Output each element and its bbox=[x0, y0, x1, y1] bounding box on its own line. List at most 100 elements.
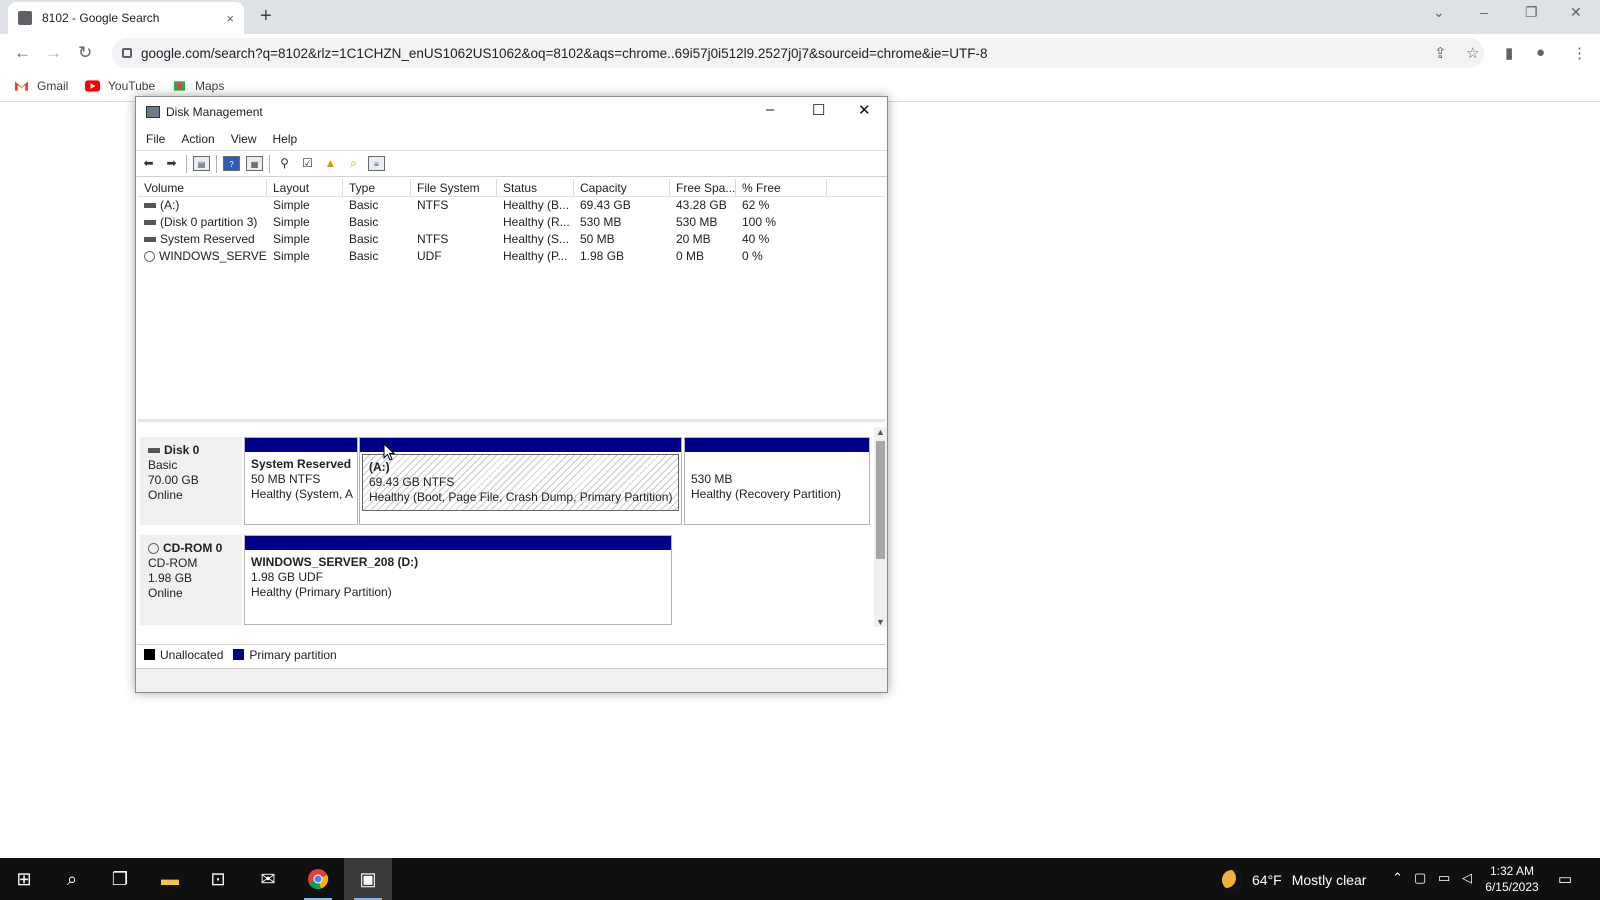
search-icon[interactable]: ⌕ bbox=[48, 858, 96, 900]
more-menu-icon[interactable]: ⋮ bbox=[1572, 44, 1587, 62]
bookmark-youtube[interactable]: YouTube bbox=[85, 79, 155, 93]
window-title: Disk Management bbox=[166, 105, 263, 119]
legend-primary-partition: Primary partition bbox=[249, 647, 337, 662]
menu-view[interactable]: View bbox=[231, 132, 257, 146]
table-row[interactable]: (A:) Simple Basic NTFS Healthy (B... 69.… bbox=[138, 197, 885, 214]
network-icon[interactable]: ▭ bbox=[1438, 870, 1450, 886]
weather-widget[interactable]: 64°F Mostly clear bbox=[1222, 870, 1366, 890]
cd-rom-icon bbox=[148, 543, 159, 555]
show-hide-tree-icon[interactable]: ▤ bbox=[193, 156, 210, 171]
column-header-volume[interactable]: Volume bbox=[138, 179, 267, 196]
tab-search-icon[interactable]: ⌄ bbox=[1433, 4, 1445, 21]
bookmark-label: YouTube bbox=[108, 79, 156, 93]
scroll-down-icon[interactable]: ▼ bbox=[874, 617, 887, 627]
scroll-up-icon[interactable]: ▲ bbox=[874, 427, 887, 437]
forward-icon[interactable]: ➡ bbox=[163, 156, 180, 171]
volume-muted-icon[interactable]: ◁ bbox=[1462, 870, 1472, 886]
folder-up-icon[interactable]: ▲ bbox=[322, 156, 339, 171]
browser-tab[interactable]: 8102 - Google Search × bbox=[8, 2, 244, 34]
scrollbar-thumb[interactable] bbox=[876, 441, 885, 559]
column-header-type[interactable]: Type bbox=[343, 179, 411, 196]
partition-status: Healthy (Primary Partition) bbox=[251, 585, 392, 599]
disk-management-taskbar-icon[interactable]: ▣ bbox=[344, 858, 392, 900]
partition-a-drive[interactable]: (A:) 69.43 GB NTFS Healthy (Boot, Page F… bbox=[359, 437, 682, 525]
address-bar[interactable]: google.com/search?q=8102&rlz=1C1CHZN_enU… bbox=[112, 38, 1484, 68]
partition-title: (A:) bbox=[369, 460, 390, 474]
list-view-icon[interactable]: ≡ bbox=[368, 156, 385, 171]
microsoft-store-icon[interactable]: ⊡ bbox=[194, 858, 242, 900]
check-icon[interactable]: ☑ bbox=[299, 156, 316, 171]
partition-legend: Unallocated Primary partition bbox=[138, 644, 885, 664]
menu-help[interactable]: Help bbox=[273, 132, 298, 146]
file-explorer-icon[interactable]: ▬ bbox=[146, 858, 194, 900]
share-icon[interactable]: ⇪ bbox=[1434, 44, 1447, 62]
cd-rom-0-label[interactable]: CD-ROM 0 CD-ROM 1.98 GB Online bbox=[140, 535, 242, 625]
restore-window-button[interactable]: ❐ bbox=[1525, 4, 1538, 21]
connect-icon[interactable]: ⚲ bbox=[276, 156, 293, 171]
reload-icon[interactable]: ↻ bbox=[78, 43, 92, 63]
cell-free-space: 20 MB bbox=[676, 232, 711, 246]
system-clock[interactable]: 1:32 AM 6/15/2023 bbox=[1474, 863, 1550, 895]
minimize-window-button[interactable]: – bbox=[1480, 4, 1488, 20]
start-windows-icon[interactable]: ⊞ bbox=[0, 858, 48, 900]
disk-volume-icon bbox=[144, 203, 156, 209]
disk-type: Basic bbox=[148, 458, 178, 472]
back-icon[interactable]: ⬅ bbox=[140, 156, 157, 171]
toolbar-separator bbox=[186, 154, 187, 173]
show-hidden-icons-chevron-icon[interactable]: ⌃ bbox=[1392, 870, 1403, 886]
chrome-icon[interactable] bbox=[294, 858, 342, 900]
back-arrow-icon[interactable]: ← bbox=[14, 43, 31, 63]
volume-list-header: Volume Layout Type File System Status Ca… bbox=[138, 179, 885, 197]
bookmark-maps[interactable]: Maps bbox=[172, 79, 224, 93]
new-tab-button[interactable]: + bbox=[260, 5, 272, 28]
partition-system-reserved[interactable]: System Reserved 50 MB NTFS Healthy (Syst… bbox=[244, 437, 358, 525]
cell-type: Basic bbox=[349, 198, 379, 212]
column-header-layout[interactable]: Layout bbox=[267, 179, 343, 196]
search-folder-icon[interactable]: ⌕ bbox=[345, 156, 362, 171]
volume-list: Volume Layout Type File System Status Ca… bbox=[138, 179, 885, 422]
partition-recovery[interactable]: 530 MB Healthy (Recovery Partition) bbox=[684, 437, 870, 525]
partition-size: 1.98 GB UDF bbox=[251, 570, 324, 584]
profile-avatar-icon[interactable]: ● bbox=[1536, 44, 1545, 61]
disk-type: CD-ROM bbox=[148, 556, 198, 570]
table-row[interactable]: WINDOWS_SERVE... Simple Basic UDF Health… bbox=[138, 248, 885, 265]
side-panel-icon[interactable]: ▮ bbox=[1505, 44, 1513, 62]
disk-management-window: Disk Management – ☐ ✕ File Action View H… bbox=[135, 96, 888, 693]
disk-management-app-icon bbox=[146, 106, 160, 118]
weather-temp: 64°F bbox=[1252, 872, 1282, 888]
partition-status: Healthy (System, A bbox=[251, 487, 354, 501]
disk-0-label[interactable]: Disk 0 Basic 70.00 GB Online bbox=[140, 437, 242, 525]
meet-now-icon[interactable]: ▢ bbox=[1414, 870, 1426, 886]
disk-size: 1.98 GB bbox=[148, 571, 193, 585]
task-view-icon[interactable]: ❐ bbox=[96, 858, 144, 900]
column-header-file-system[interactable]: File System bbox=[411, 179, 497, 196]
tab-close-icon[interactable]: × bbox=[226, 11, 234, 26]
cell-capacity: 50 MB bbox=[580, 232, 615, 246]
column-header-percent-free[interactable]: % Free bbox=[736, 179, 827, 196]
dm-minimize-button[interactable]: – bbox=[766, 101, 774, 118]
dm-close-button[interactable]: ✕ bbox=[858, 101, 871, 119]
bookmark-star-icon[interactable]: ☆ bbox=[1466, 44, 1479, 62]
window-title-bar[interactable]: Disk Management bbox=[136, 97, 887, 127]
table-row[interactable]: System Reserved Simple Basic NTFS Health… bbox=[138, 231, 885, 248]
bookmark-gmail[interactable]: Gmail bbox=[14, 79, 68, 93]
forward-arrow-icon[interactable]: → bbox=[45, 43, 62, 63]
properties-icon[interactable]: ▦ bbox=[246, 156, 263, 171]
dm-maximize-button[interactable]: ☐ bbox=[812, 101, 825, 119]
graph-vertical-scrollbar[interactable]: ▲ ▼ bbox=[874, 427, 887, 627]
menu-file[interactable]: File bbox=[146, 132, 165, 146]
notifications-icon[interactable]: ▭ bbox=[1558, 870, 1572, 888]
help-icon[interactable]: ? bbox=[223, 156, 240, 171]
menu-action[interactable]: Action bbox=[181, 132, 214, 146]
disk-volume-icon bbox=[144, 237, 156, 243]
cell-layout: Simple bbox=[273, 232, 310, 246]
partition-windows-server[interactable]: WINDOWS_SERVER_208 (D:) 1.98 GB UDF Heal… bbox=[244, 535, 672, 625]
close-window-button[interactable]: ✕ bbox=[1570, 4, 1582, 21]
disk-state: Online bbox=[148, 488, 183, 502]
table-row[interactable]: (Disk 0 partition 3) Simple Basic Health… bbox=[138, 214, 885, 231]
address-url[interactable]: google.com/search?q=8102&rlz=1C1CHZN_enU… bbox=[141, 46, 988, 61]
column-header-free-space[interactable]: Free Spa... bbox=[670, 179, 736, 196]
mail-icon[interactable]: ✉ bbox=[244, 858, 292, 900]
column-header-capacity[interactable]: Capacity bbox=[574, 179, 670, 196]
column-header-status[interactable]: Status bbox=[497, 179, 574, 196]
